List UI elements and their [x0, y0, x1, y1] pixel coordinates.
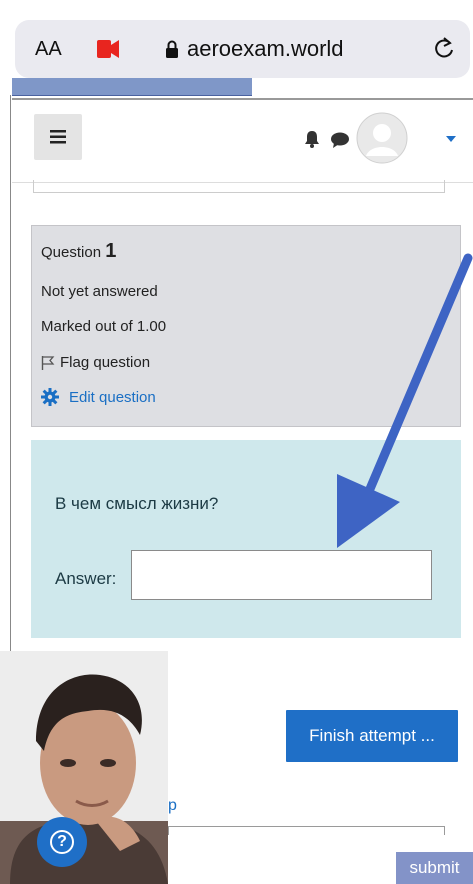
edit-question-label: Edit question [69, 388, 156, 406]
partial-link[interactable]: p [168, 797, 177, 815]
avatar[interactable] [356, 112, 408, 164]
answer-label: Answer: [55, 569, 117, 588]
domain-text: aeroexam.world [187, 36, 344, 61]
partial-input[interactable] [168, 826, 445, 835]
url-display[interactable]: aeroexam.world [165, 36, 344, 62]
question-marks: Marked out of 1.00 [41, 318, 167, 335]
finish-attempt-button[interactable]: Finish attempt ... [286, 710, 458, 762]
edit-question-link[interactable]: Edit question [41, 388, 156, 406]
question-status: Not yet answered [41, 283, 158, 300]
partial-button-strip [12, 78, 252, 96]
answer-input[interactable] [131, 550, 432, 600]
help-icon: ? [50, 830, 74, 854]
navbar [12, 100, 473, 183]
help-button[interactable]: ? [37, 817, 87, 867]
previous-card-edge [33, 180, 445, 193]
browser-address-bar[interactable]: AA aeroexam.world [15, 20, 470, 78]
question-title: Question 1 [41, 240, 116, 263]
flag-question-link[interactable]: Flag question [41, 354, 150, 371]
reload-icon[interactable] [430, 34, 458, 62]
question-info-panel: Question 1 Not yet answered Marked out o… [31, 225, 461, 427]
gear-icon [41, 388, 59, 406]
question-prompt: В чем смысл жизни? [55, 494, 219, 513]
text-size-button[interactable]: AA [35, 38, 62, 61]
question-text-panel: В чем смысл жизни? Answer: [31, 440, 461, 638]
hamburger-menu-button[interactable] [34, 114, 82, 160]
hamburger-icon [50, 130, 66, 144]
camera-recording-icon [97, 40, 119, 58]
lock-icon [166, 40, 178, 58]
flag-icon [41, 355, 55, 370]
question-number: 1 [105, 240, 117, 262]
submit-button[interactable]: submit [396, 852, 473, 884]
flag-question-label: Flag question [60, 354, 151, 371]
caret-down-icon[interactable] [446, 136, 456, 142]
chat-icon[interactable] [330, 132, 350, 148]
bell-icon[interactable] [304, 130, 320, 148]
question-word: Question [41, 244, 102, 261]
